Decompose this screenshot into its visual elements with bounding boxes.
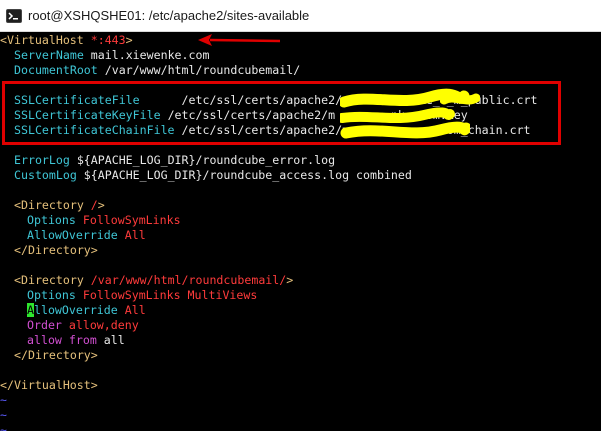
- window-title: root@XSHQSHE01: /etc/apache2/sites-avail…: [28, 8, 310, 23]
- dir2-override-line: AllowOverride All: [27, 303, 146, 318]
- dir1-open-tag: <Directory: [14, 198, 84, 212]
- dir1-close-tag: </Directory>: [14, 243, 98, 257]
- dir2-order-value: allow,deny: [61, 318, 139, 332]
- dir2-override-key: llowOverride: [33, 303, 118, 317]
- dir2-open-close: >: [286, 273, 294, 287]
- empty-line-marker: ~: [0, 393, 7, 407]
- dir2-open-line: <Directory /var/www/html/roundcubemail/>: [14, 273, 293, 288]
- dir2-allow-key: allow: [27, 333, 62, 347]
- document-root-line: DocumentRoot /var/www/html/roundcubemail…: [14, 63, 300, 78]
- dir1-options-line: Options FollowSymLinks: [27, 213, 181, 228]
- dir1-open-close: >: [97, 198, 105, 212]
- dir2-order-line: Order allow,deny: [27, 318, 139, 333]
- dir2-order-key: Order: [27, 318, 62, 332]
- vhost-open-close: >: [125, 33, 133, 47]
- dir1-override-key: AllowOverride: [27, 228, 118, 242]
- error-log-line: ErrorLog ${APACHE_LOG_DIR}/roundcube_err…: [14, 153, 335, 168]
- dir2-close-line: </Directory>: [14, 348, 98, 363]
- error-log-value: ${APACHE_LOG_DIR}/roundcube_error.log: [69, 153, 336, 167]
- custom-log-key: CustomLog: [14, 168, 77, 182]
- server-name-key: ServerName: [14, 48, 84, 62]
- document-root-value: /var/www/html/roundcubemail/: [97, 63, 301, 77]
- dir2-override-value: All: [117, 303, 146, 317]
- dir2-options-value: FollowSymLinks MultiViews: [75, 288, 258, 302]
- dir1-path: /: [83, 198, 98, 212]
- dir2-allow-line: allow from all: [27, 333, 125, 348]
- vhost-close-line: </VirtualHost>: [0, 378, 98, 393]
- dir2-close-tag: </Directory>: [14, 348, 98, 362]
- server-name-value: mail.xiewenke.com: [83, 48, 210, 62]
- dir1-override-line: AllowOverride All: [27, 228, 146, 243]
- dir2-options-key: Options: [27, 288, 76, 302]
- window-titlebar: root@XSHQSHE01: /etc/apache2/sites-avail…: [0, 0, 601, 32]
- document-root-key: DocumentRoot: [14, 63, 98, 77]
- empty-line-marker: ~: [0, 408, 7, 422]
- dir1-options-value: FollowSymLinks: [75, 213, 181, 227]
- vhost-port: *:443: [83, 33, 126, 47]
- dir2-allow-from: from: [61, 333, 97, 347]
- vhost-open-tag: <VirtualHost: [0, 33, 84, 47]
- dir1-open-line: <Directory />: [14, 198, 105, 213]
- vhost-open-line: <VirtualHost *:443>: [0, 33, 133, 48]
- text-cursor: A: [27, 303, 34, 317]
- dir1-close-line: </Directory>: [14, 243, 98, 258]
- custom-log-line: CustomLog ${APACHE_LOG_DIR}/roundcube_ac…: [14, 168, 412, 183]
- terminal-icon: [6, 9, 22, 23]
- dir1-options-key: Options: [27, 213, 76, 227]
- annotation-arrow-icon: [198, 34, 281, 46]
- dir2-allow-value: all: [96, 333, 125, 347]
- empty-line-marker: ~: [0, 423, 7, 431]
- dir2-options-line: Options FollowSymLinks MultiViews: [27, 288, 257, 303]
- error-log-key: ErrorLog: [14, 153, 70, 167]
- server-name-line: ServerName mail.xiewenke.com: [14, 48, 209, 63]
- dir2-path: /var/www/html/roundcubemail/: [83, 273, 287, 287]
- dir1-override-value: All: [117, 228, 146, 242]
- dir2-open-tag: <Directory: [14, 273, 84, 287]
- highlight-box: [2, 81, 561, 145]
- custom-log-value: ${APACHE_LOG_DIR}/roundcube_access.log c…: [76, 168, 412, 182]
- vhost-close-tag: </VirtualHost>: [0, 378, 98, 392]
